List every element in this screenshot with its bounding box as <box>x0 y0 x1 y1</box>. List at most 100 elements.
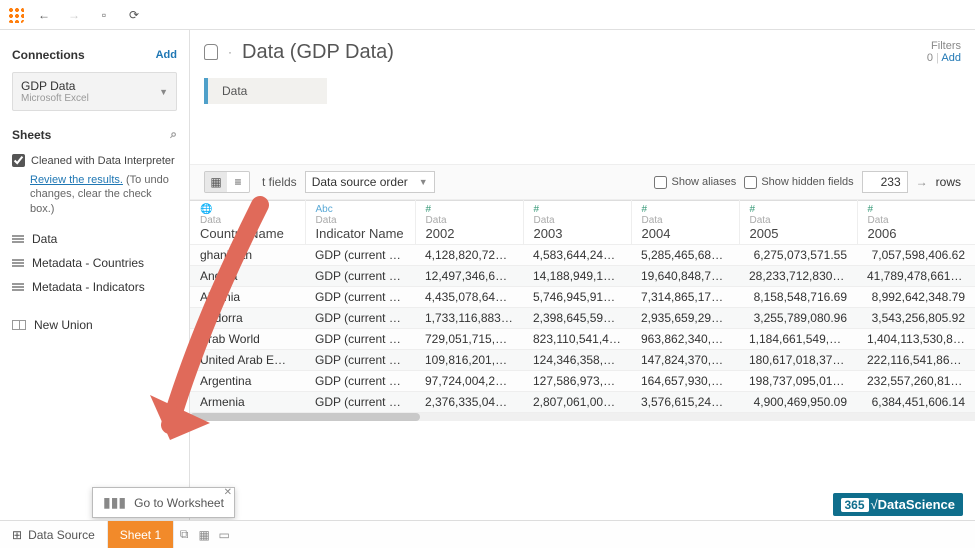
forward-icon[interactable]: → <box>64 5 84 25</box>
connection-item[interactable]: GDP Data Microsoft Excel ▼ <box>12 72 177 111</box>
show-hidden-input[interactable] <box>744 176 757 189</box>
data-interpreter-input[interactable] <box>12 154 25 167</box>
rows-input[interactable]: 233 <box>862 171 908 193</box>
add-filter-link[interactable]: Add <box>941 52 961 64</box>
tab-sheet-1[interactable]: Sheet 1 <box>108 521 174 548</box>
sheet-item-label: Metadata - Indicators <box>32 280 145 294</box>
datasource-title[interactable]: Data (GDP Data) <box>242 41 394 64</box>
column-header[interactable]: 🌐DataCountry Name <box>190 201 305 245</box>
connections-heading: Connections <box>12 48 85 62</box>
table-cell: 1,404,113,530,800.68 <box>857 329 975 350</box>
column-header[interactable]: #Data2006 <box>857 201 975 245</box>
table-cell: 1,733,116,883.12 <box>415 308 523 329</box>
show-aliases-checkbox[interactable]: Show aliases <box>654 176 736 189</box>
new-worksheet-icon[interactable]: ⧉ <box>174 527 194 542</box>
dot-separator: · <box>228 45 232 59</box>
chevron-down-icon[interactable]: ▼ <box>159 87 168 97</box>
table-cell: 19,640,848,728.89 <box>631 266 739 287</box>
brand-badge: 365√DataScience <box>833 493 964 516</box>
connection-name: GDP Data <box>21 79 89 93</box>
data-source-canvas: · Data (GDP Data) Filters 0 | Add Data ▦… <box>190 30 975 520</box>
show-hidden-checkbox[interactable]: Show hidden fields <box>744 176 853 189</box>
new-union-button[interactable]: New Union <box>12 316 177 334</box>
table-cell: Argentina <box>190 371 305 392</box>
union-icon <box>12 320 26 330</box>
rows-arrow-icon[interactable]: → <box>916 175 928 189</box>
table-cell: United Arab Emirates <box>190 350 305 371</box>
table-cell: 4,128,820,723.05 <box>415 245 523 266</box>
table-row[interactable]: AngolaGDP (current US$)12,497,346,669.67… <box>190 266 975 287</box>
list-view-icon[interactable]: ≡ <box>227 172 249 192</box>
table-cell: 8,158,548,716.69 <box>739 287 857 308</box>
table-cell: 7,057,598,406.62 <box>857 245 975 266</box>
table-cell: 147,824,370,319.95 <box>631 350 739 371</box>
table-cell: 41,789,478,661.31 <box>857 266 975 287</box>
table-cell: 5,746,945,912.58 <box>523 287 631 308</box>
sheet-item[interactable]: Metadata - Countries <box>12 254 177 272</box>
add-connection-link[interactable]: Add <box>156 49 177 61</box>
column-source: Data <box>200 215 295 226</box>
column-source: Data <box>316 215 405 226</box>
column-header[interactable]: #Data2004 <box>631 201 739 245</box>
table-row[interactable]: Arab WorldGDP (current US$)729,051,715,4… <box>190 329 975 350</box>
table-row[interactable]: United Arab EmiratesGDP (current US$)109… <box>190 350 975 371</box>
sheet-item[interactable]: Data <box>12 230 177 248</box>
data-grid[interactable]: 🌐DataCountry NameAbcDataIndicator Name#D… <box>190 200 975 520</box>
table-cell: GDP (current US$) <box>305 266 415 287</box>
column-header[interactable]: #Data2003 <box>523 201 631 245</box>
table-cell: 5,285,465,685.86 <box>631 245 739 266</box>
table-icon <box>12 259 24 267</box>
table-cell: Angola <box>190 266 305 287</box>
table-cell: GDP (current US$) <box>305 245 415 266</box>
new-dashboard-icon[interactable]: ▦ <box>194 528 214 542</box>
rows-label: rows <box>936 175 961 189</box>
sheet-item-label: Metadata - Countries <box>32 256 144 270</box>
tab-data-source[interactable]: ⊞ Data Source <box>0 521 108 548</box>
table-row[interactable]: AndorraGDP (current US$)1,733,116,883.12… <box>190 308 975 329</box>
table-cell: 109,816,201,497.62 <box>415 350 523 371</box>
column-name: Country Name <box>200 226 284 241</box>
column-header[interactable]: #Data2005 <box>739 201 857 245</box>
column-header[interactable]: AbcDataIndicator Name <box>305 201 415 245</box>
review-results-link[interactable]: Review the results. <box>30 174 123 186</box>
column-header[interactable]: #Data2002 <box>415 201 523 245</box>
table-cell: GDP (current US$) <box>305 308 415 329</box>
table-cell: 14,188,949,190.62 <box>523 266 631 287</box>
column-source: Data <box>642 215 729 226</box>
data-interpreter-label: Cleaned with Data Interpreter <box>31 155 175 167</box>
sort-fields-select[interactable]: Data source order ▼ <box>305 171 435 193</box>
table-cell: 6,384,451,606.14 <box>857 392 975 413</box>
show-aliases-input[interactable] <box>654 176 667 189</box>
table-cell: 3,576,615,240.42 <box>631 392 739 413</box>
refresh-icon[interactable]: ⟳ <box>124 5 144 25</box>
search-icon[interactable]: ⌕ <box>170 127 177 142</box>
table-row[interactable]: ArgentinaGDP (current US$)97,724,004,251… <box>190 371 975 392</box>
horizontal-scrollbar[interactable] <box>190 413 975 421</box>
table-cell: GDP (current US$) <box>305 371 415 392</box>
table-cell: 180,617,018,379.85 <box>739 350 857 371</box>
column-source: Data <box>750 215 847 226</box>
new-story-icon[interactable]: ▭ <box>214 528 234 542</box>
close-icon[interactable]: ✕ <box>224 487 232 498</box>
table-row[interactable]: ArmeniaGDP (current US$)2,376,335,048.40… <box>190 392 975 413</box>
table-cell: 124,346,358,066.71 <box>523 350 631 371</box>
table-cell: GDP (current US$) <box>305 287 415 308</box>
filters-panel: Filters 0 | Add <box>927 40 961 64</box>
show-aliases-label: Show aliases <box>671 176 736 188</box>
data-interpreter-checkbox[interactable]: Cleaned with Data Interpreter <box>12 154 177 167</box>
column-type-icon: 🌐 <box>200 204 295 215</box>
sort-fields-value: Data source order <box>312 175 408 189</box>
back-icon[interactable]: ← <box>34 5 54 25</box>
table-cell: 28,233,712,830.90 <box>739 266 857 287</box>
view-toggle[interactable]: ▦ ≡ <box>204 171 250 193</box>
sheet-item[interactable]: Metadata - Indicators <box>12 278 177 296</box>
grid-view-icon[interactable]: ▦ <box>205 172 227 192</box>
save-icon[interactable]: ▫ <box>94 5 114 25</box>
filters-label: Filters <box>927 40 961 52</box>
table-row[interactable]: ghanistanGDP (current US$)4,128,820,723.… <box>190 245 975 266</box>
table-row[interactable]: AlbaniaGDP (current US$)4,435,078,647.75… <box>190 287 975 308</box>
new-union-label: New Union <box>34 318 93 332</box>
sheets-heading: Sheets <box>12 128 51 142</box>
joined-table-pill[interactable]: Data <box>204 78 327 104</box>
table-cell: GDP (current US$) <box>305 329 415 350</box>
